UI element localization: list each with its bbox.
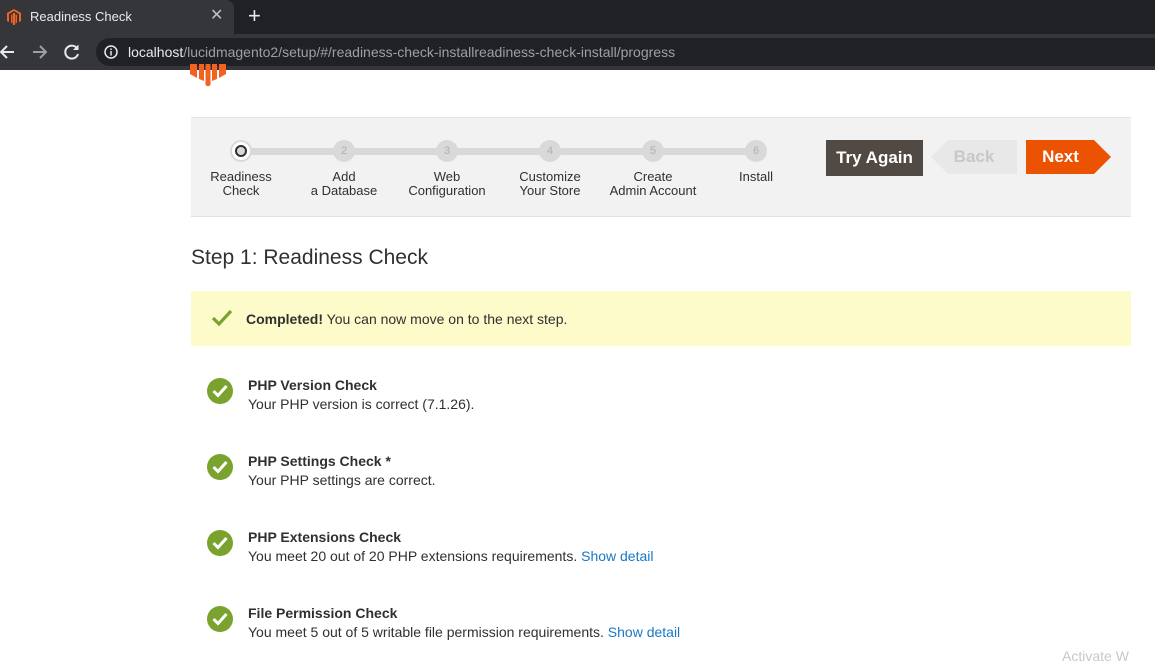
step-indicator-6: 6 bbox=[745, 140, 767, 162]
back-label: Back bbox=[953, 147, 995, 166]
tab-title: Readiness Check bbox=[30, 9, 132, 24]
step-label-line: Web bbox=[433, 169, 461, 184]
step-label-line: Check bbox=[222, 183, 260, 198]
notice-bold: Completed! bbox=[246, 311, 323, 327]
step-indicator-1 bbox=[230, 140, 252, 162]
success-notice: Completed! You can now move on to the ne… bbox=[191, 291, 1131, 346]
show-detail-link[interactable]: Show detail bbox=[581, 548, 653, 564]
check-description-text: You meet 5 out of 5 writable file permis… bbox=[248, 624, 608, 640]
url-path: /lucidmagento2/setup/#/readiness-check-i… bbox=[183, 44, 676, 60]
page-title: Step 1: Readiness Check bbox=[191, 246, 428, 269]
check-circle-icon bbox=[207, 378, 233, 404]
browser-tab[interactable]: Readiness Check ✕ bbox=[0, 0, 234, 34]
check-description-text: You meet 20 out of 20 PHP extensions req… bbox=[248, 548, 582, 564]
check-title: PHP Settings Check * bbox=[248, 453, 391, 469]
step-label-readiness: Readiness Check bbox=[186, 170, 296, 198]
step-label-line: Install bbox=[739, 169, 773, 184]
check-description-text: Your PHP version is correct (7.1.26). bbox=[248, 396, 475, 412]
check-circle-icon bbox=[207, 606, 233, 632]
step-label-line: Create bbox=[633, 169, 673, 184]
step-indicator-3: 3 bbox=[436, 140, 458, 162]
step-label-line: Customize bbox=[519, 169, 581, 184]
check-circle-icon bbox=[207, 530, 233, 556]
check-file-permission: File Permission Check You meet 5 out of … bbox=[207, 605, 1107, 653]
step-indicator-2: 2 bbox=[333, 140, 355, 162]
try-again-button[interactable]: Try Again bbox=[826, 140, 923, 176]
back-button[interactable]: Back bbox=[931, 140, 1017, 174]
back-arrow-icon[interactable] bbox=[0, 41, 18, 63]
reload-icon[interactable] bbox=[61, 41, 83, 63]
step-label-line: a Database bbox=[310, 183, 378, 198]
step-label-line: Add bbox=[332, 169, 356, 184]
check-title: File Permission Check bbox=[248, 605, 398, 621]
next-button[interactable]: Next bbox=[1026, 140, 1111, 174]
url-host: localhost bbox=[128, 44, 184, 60]
forward-arrow-icon[interactable] bbox=[29, 41, 51, 63]
next-label: Next bbox=[1042, 147, 1079, 166]
checkmark-icon bbox=[211, 309, 233, 327]
info-icon[interactable] bbox=[104, 45, 118, 59]
browser-toolbar: localhost/lucidmagento2/setup/#/readines… bbox=[0, 34, 1155, 70]
magento-logo-icon bbox=[190, 64, 226, 87]
step-label-line: Readiness bbox=[210, 169, 272, 184]
notice-message: Completed! You can now move on to the ne… bbox=[246, 311, 567, 327]
step-label-database: Add a Database bbox=[289, 170, 399, 198]
step-label-web-config: Web Configuration bbox=[392, 170, 502, 198]
step-indicator-5: 5 bbox=[642, 140, 664, 162]
step-label-admin-account: Create Admin Account bbox=[598, 170, 708, 198]
check-circle-icon bbox=[207, 454, 233, 480]
plus-icon[interactable]: + bbox=[248, 4, 261, 28]
check-title: PHP Extensions Check bbox=[248, 529, 402, 545]
progress-track bbox=[241, 148, 756, 155]
url-text: localhost/lucidmagento2/setup/#/readines… bbox=[128, 44, 675, 60]
try-again-label: Try Again bbox=[836, 148, 913, 167]
step-label-line: Admin Account bbox=[609, 183, 697, 198]
check-description: You meet 5 out of 5 writable file permis… bbox=[248, 624, 680, 640]
tab-bar: Readiness Check ✕ + bbox=[0, 0, 1155, 34]
check-php-version: PHP Version Check Your PHP version is co… bbox=[207, 377, 1107, 425]
step-label-install: Install bbox=[701, 170, 811, 184]
check-php-settings: PHP Settings Check * Your PHP settings a… bbox=[207, 453, 1107, 501]
notice-text: You can now move on to the next step. bbox=[323, 311, 568, 327]
check-description: Your PHP version is correct (7.1.26). bbox=[248, 396, 474, 412]
magento-favicon-icon bbox=[7, 9, 21, 25]
check-php-extensions: PHP Extensions Check You meet 20 out of … bbox=[207, 529, 1107, 577]
step-label-line: Your Store bbox=[519, 183, 581, 198]
step-label-customize-store: Customize Your Store bbox=[495, 170, 605, 198]
check-description-text: Your PHP settings are correct. bbox=[248, 472, 436, 488]
step-label-line: Configuration bbox=[408, 183, 486, 198]
check-description: Your PHP settings are correct. bbox=[248, 472, 436, 488]
check-title: PHP Version Check bbox=[248, 377, 377, 393]
activation-watermark: Activate W bbox=[1062, 648, 1129, 664]
check-description: You meet 20 out of 20 PHP extensions req… bbox=[248, 548, 654, 564]
step-indicator-4: 4 bbox=[539, 140, 561, 162]
address-bar[interactable]: localhost/lucidmagento2/setup/#/readines… bbox=[96, 38, 1155, 66]
close-icon[interactable]: ✕ bbox=[210, 7, 223, 25]
show-detail-link[interactable]: Show detail bbox=[608, 624, 680, 640]
